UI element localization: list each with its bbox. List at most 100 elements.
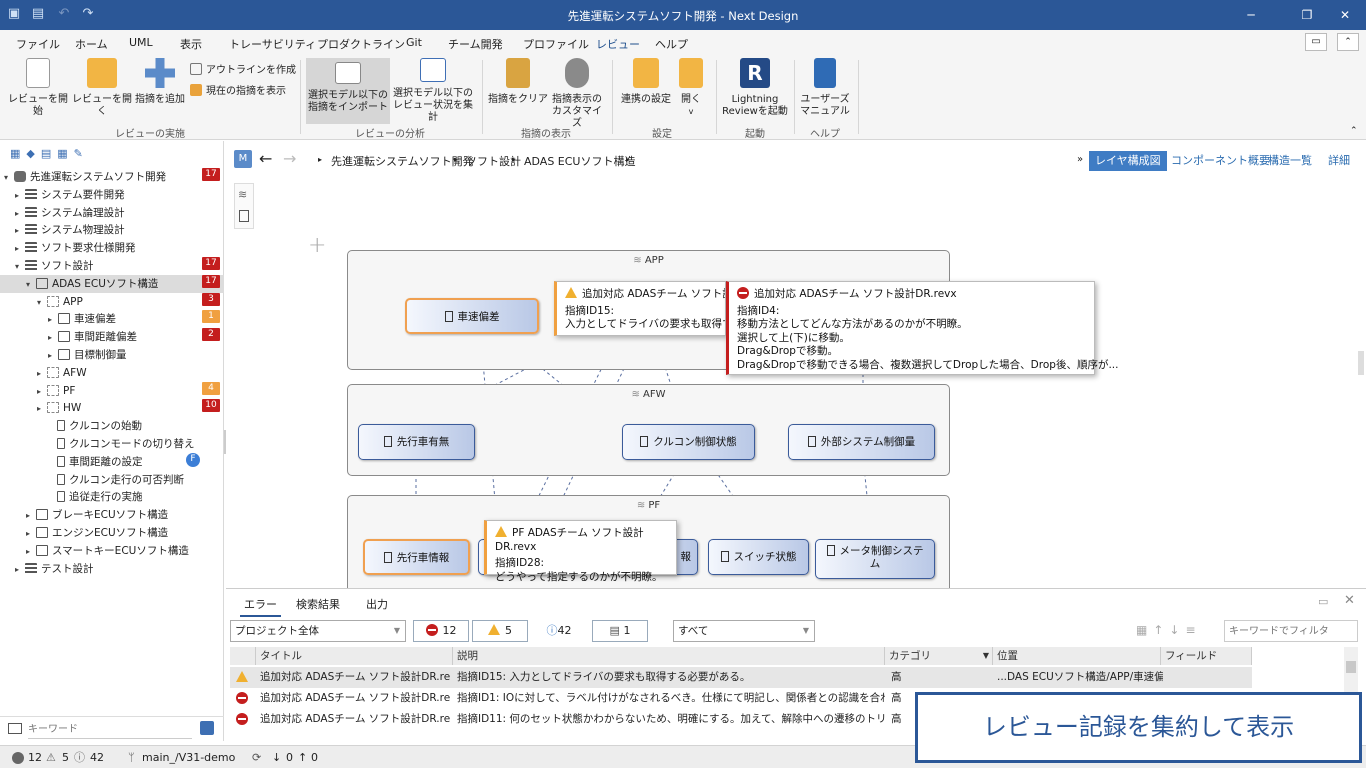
menu-git[interactable]: Git	[406, 36, 422, 49]
expand-arrow-icon[interactable]: ▸	[26, 525, 36, 543]
component-switch-state[interactable]: スイッチ状態	[708, 539, 809, 575]
menu-review[interactable]: レビュー	[593, 36, 643, 57]
review-status-button[interactable]: 選択モデル以下の レビュー状況を集計	[392, 58, 474, 124]
expand-arrow-icon[interactable]: ▸	[15, 205, 25, 223]
customize-display-button[interactable]: 指摘表示の カスタマイズ	[548, 58, 606, 130]
tree-item-hw[interactable]: ▸ HW 10	[0, 399, 224, 417]
scope-select[interactable]: プロジェクト全体 ▼	[230, 620, 406, 642]
tree-item-afw[interactable]: ▸ AFW	[0, 364, 224, 382]
component-external-control[interactable]: 外部システム制御量	[788, 424, 935, 460]
component-cruise-state[interactable]: クルコン制御状態	[622, 424, 755, 460]
column-position[interactable]: 位置	[993, 647, 1161, 665]
tree-item-smartkey-ecu[interactable]: ▸ スマートキーECUソフト構造	[0, 542, 224, 560]
column-description[interactable]: 説明	[453, 647, 885, 665]
expand-arrow-icon[interactable]: ▸	[26, 507, 36, 525]
column-title[interactable]: タイトル	[256, 647, 453, 665]
warning-count-toggle[interactable]: 5	[472, 620, 528, 642]
panel-close-icon[interactable]: ✕	[1344, 593, 1355, 608]
tree-item-follow[interactable]: 追従走行の実施	[0, 488, 224, 506]
component-meter-control[interactable]: メータ制御システム	[815, 539, 935, 579]
add-comment-button[interactable]: 指摘を追加	[132, 58, 188, 106]
menu-help[interactable]: ヘルプ	[655, 36, 688, 52]
tree-item-project[interactable]: ▾ 先進運転システムソフト開発 17	[0, 168, 224, 186]
user-manual-button[interactable]: ユーザーズ マニュアル	[800, 58, 850, 118]
tree-item-soft-design[interactable]: ▾ ソフト設計 17	[0, 257, 224, 275]
tab-output[interactable]: 出力	[366, 596, 388, 612]
tree-item-engine-ecu[interactable]: ▸ エンジンECUソフト構造	[0, 524, 224, 542]
menu-productline[interactable]: プロダクトライン	[317, 36, 405, 52]
tree-item-distance-setting[interactable]: 車間距離の設定 F	[0, 452, 224, 471]
expand-arrow-icon[interactable]: ▸	[15, 187, 25, 205]
tree-item-app[interactable]: ▾ APP 3	[0, 292, 224, 312]
component-speed-deviation[interactable]: 車速偏差	[405, 298, 539, 334]
category-select[interactable]: すべて ▼	[673, 620, 815, 642]
open-dropdown-button[interactable]: 開く v	[676, 58, 706, 118]
show-current-button[interactable]: 現在の指摘を表示	[190, 84, 286, 98]
open-review-button[interactable]: レビューを開く	[72, 58, 132, 118]
expand-arrow-icon[interactable]: ▸	[48, 347, 58, 365]
clear-comments-button[interactable]: 指摘をクリア	[488, 58, 548, 106]
menu-view[interactable]: 表示	[180, 36, 202, 52]
review-popup-id4[interactable]: 追加対応 ADASチーム ソフト設計DR.revx 指摘ID4: 移動方法として…	[726, 281, 1118, 375]
keyword-filter-input[interactable]	[1224, 620, 1358, 642]
menu-home[interactable]: ホーム	[75, 36, 108, 52]
comment-icon[interactable]: ▭	[1305, 33, 1327, 51]
expand-arrow-icon[interactable]: ▸	[48, 311, 58, 329]
tab-errors[interactable]: エラー	[240, 596, 281, 617]
branch-name[interactable]: main_/V31-demo	[142, 746, 235, 769]
close-icon[interactable]: ✕	[1322, 0, 1366, 30]
tree-item-brake-ecu[interactable]: ▸ ブレーキECUソフト構造	[0, 506, 224, 524]
expand-arrow-icon[interactable]: ▸	[15, 240, 25, 258]
collapse-arrow-icon[interactable]: ▾	[26, 276, 36, 294]
filter-dropdown-icon[interactable]: ▼	[983, 647, 989, 665]
component-lead-vehicle[interactable]: 先行車有無	[358, 424, 475, 460]
tree-item-system-req[interactable]: ▸ システム要件開発	[0, 186, 224, 204]
tree-item-adas-ecu[interactable]: ▾ ADAS ECUソフト構造 17	[0, 274, 224, 294]
expand-arrow-icon[interactable]: ▸	[15, 222, 25, 240]
minimize-icon[interactable]: ─	[1228, 0, 1274, 30]
menu-uml[interactable]: UML	[129, 36, 153, 49]
sync-icon[interactable]: ⟳	[252, 746, 261, 769]
tree-item-system-logical[interactable]: ▸ システム論理設計	[0, 204, 224, 222]
collapse-ribbon-icon[interactable]: ⌃	[1337, 33, 1359, 51]
column-field[interactable]: フィールド	[1161, 647, 1252, 665]
expand-arrow-icon[interactable]: ▸	[37, 383, 47, 401]
component-lead-info[interactable]: 先行車情報	[363, 539, 470, 575]
menu-team[interactable]: チーム開発	[448, 36, 503, 52]
expand-arrow-icon[interactable]: ▸	[48, 329, 58, 347]
tree-item-cc-mode[interactable]: クルコンモードの切り替え	[0, 435, 224, 453]
tree-item-speed-deviation[interactable]: ▸ 車速偏差 1	[0, 310, 224, 328]
tree-item-distance-deviation[interactable]: ▸ 車間距離偏差 2	[0, 328, 224, 346]
other-count-toggle[interactable]: ▤ 1	[592, 620, 648, 642]
column-category[interactable]: カテゴリ ▼	[885, 647, 993, 665]
review-popup-id15[interactable]: 追加対応 ADASチーム ソフト設計 指摘ID15: 入力としてドライバの要求も…	[554, 281, 726, 336]
menu-file[interactable]: ファイル	[16, 36, 60, 52]
panel-toolbar-icons[interactable]: ▦↑↓≡	[1136, 623, 1202, 637]
table-row[interactable]: 追加対応 ADASチーム ソフト設計DR.revx 指摘ID15: 入力としてドラ…	[230, 667, 1252, 688]
tab-search-results[interactable]: 検索結果	[296, 596, 340, 612]
restore-icon[interactable]: ▭	[1318, 595, 1328, 608]
ribbon-collapse-icon[interactable]: ⌃	[1350, 126, 1358, 136]
info-count-toggle[interactable]: ⓘ42	[531, 620, 587, 642]
collapse-arrow-icon[interactable]: ▾	[15, 258, 25, 276]
tree-item-cc-judge[interactable]: クルコン走行の可否判断	[0, 471, 224, 489]
search-input[interactable]	[28, 720, 192, 739]
expand-arrow-icon[interactable]: ▸	[37, 400, 47, 418]
scrollbar-thumb[interactable]	[1346, 661, 1356, 673]
tree-item-pf[interactable]: ▸ PF 4	[0, 381, 224, 401]
tree-item-target-control[interactable]: ▸ 目標制御量	[0, 346, 224, 364]
error-count-toggle[interactable]: 12	[413, 620, 469, 642]
menu-traceability[interactable]: トレーサビリティ	[229, 36, 316, 52]
right-splitter-handle[interactable]	[1358, 351, 1364, 375]
menu-profile[interactable]: プロファイル	[523, 36, 589, 52]
navigator-toolbar-icons[interactable]: ▦◆▤▦✎	[10, 147, 120, 161]
tree-item-soft-req[interactable]: ▸ ソフト要求仕様開発	[0, 239, 224, 257]
tree-item-system-physical[interactable]: ▸ システム物理設計	[0, 221, 224, 239]
link-settings-button[interactable]: 連携の設定	[618, 58, 674, 106]
review-popup-id28[interactable]: PF ADASチーム ソフト設計DR.revx 指摘ID28: どうやって指定す…	[484, 520, 677, 583]
lightning-review-button[interactable]: R Lightning Reviewを起動	[722, 58, 788, 118]
import-comments-button[interactable]: 選択モデル以下の 指摘をインポート	[306, 58, 390, 124]
expand-arrow-icon[interactable]: ▸	[37, 365, 47, 383]
collapse-arrow-icon[interactable]: ▾	[37, 294, 47, 312]
collapse-arrow-icon[interactable]: ▾	[4, 169, 14, 187]
